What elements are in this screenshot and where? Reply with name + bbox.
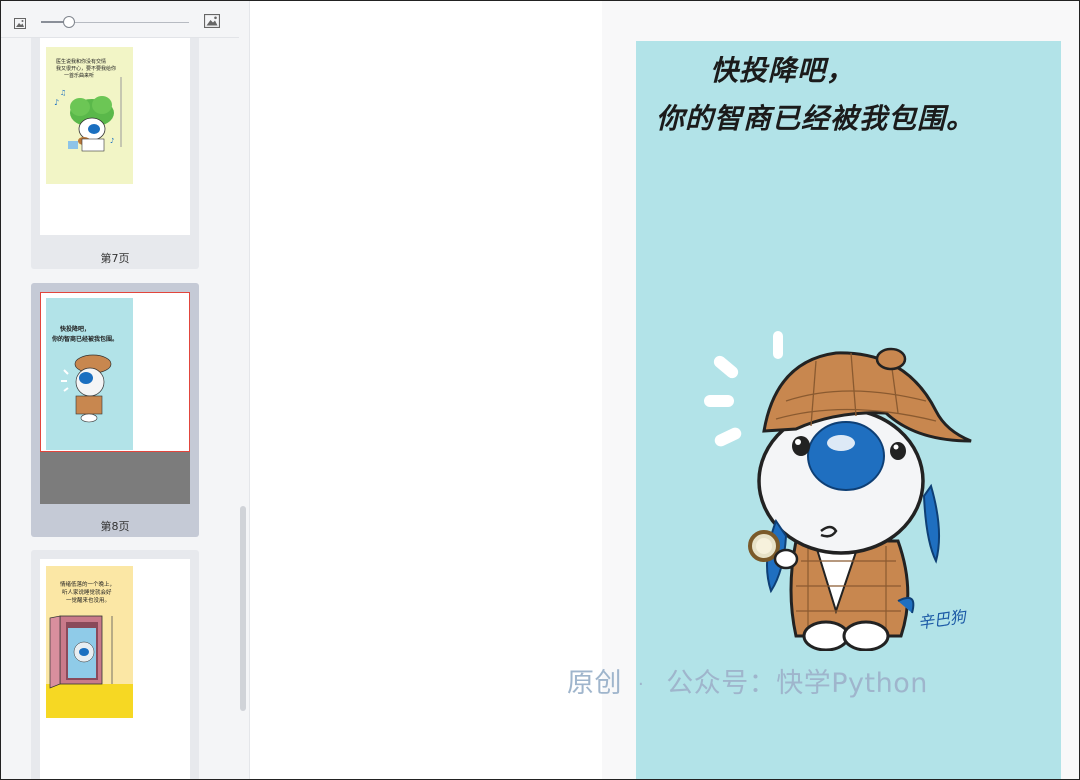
thumbnail-page-9[interactable]: 情绪低落的一个晚上， 听人家说睡觉就会好 一觉醒来也没用。 bbox=[31, 550, 199, 779]
svg-text:医生说我和你没有交情: 医生说我和你没有交情 bbox=[56, 58, 106, 65]
caption-line-2: 你的智商已经被我包围。 bbox=[656, 102, 976, 135]
sidebar-scrollbar[interactable] bbox=[240, 506, 246, 711]
app-window: 医生说我和你没有交情 我又很开心，要不要我给你 一首乐曲来听 ♪ ♫ ♪ 第7页… bbox=[0, 0, 1080, 780]
svg-text:听人家说睡觉就会好: 听人家说睡觉就会好 bbox=[62, 588, 112, 596]
page-gap bbox=[40, 452, 190, 504]
thumbnail-label: 第7页 bbox=[100, 252, 130, 265]
zoom-slider-handle[interactable] bbox=[62, 16, 75, 28]
svg-text:♪: ♪ bbox=[110, 137, 114, 145]
small-image-icon[interactable] bbox=[14, 14, 26, 33]
thumbnail-page-8[interactable]: 快投降吧， 你的智商已经被我包围。 第8页 bbox=[31, 283, 199, 537]
artist-signature: 辛巴狗 bbox=[917, 607, 969, 633]
zoom-bar bbox=[1, 1, 239, 38]
watermark-separator: · bbox=[638, 674, 645, 695]
caption-line-1: 快投降吧， bbox=[710, 54, 856, 87]
svg-text:♪: ♪ bbox=[54, 98, 59, 107]
svg-text:一首乐曲来听: 一首乐曲来听 bbox=[64, 72, 94, 79]
selection-border bbox=[40, 292, 190, 452]
large-image-icon[interactable] bbox=[203, 13, 221, 32]
thumbnail-label: 第8页 bbox=[100, 520, 130, 533]
svg-text:♫: ♫ bbox=[60, 89, 66, 97]
detective-dog-illustration: 辛巴狗 bbox=[704, 331, 972, 651]
svg-text:一觉醒来也没用。: 一觉醒来也没用。 bbox=[66, 596, 110, 604]
thumbnail-sidebar: 医生说我和你没有交情 我又很开心，要不要我给你 一首乐曲来听 ♪ ♫ ♪ 第7页… bbox=[1, 1, 250, 779]
svg-text:情绪低落的一个晚上，: 情绪低落的一个晚上， bbox=[60, 580, 115, 588]
page-caption: 快投降吧， 你的智商已经被我包围。 bbox=[656, 47, 1056, 143]
watermark-original: 原创 bbox=[567, 668, 622, 699]
thumbnail-page-7[interactable]: 医生说我和你没有交情 我又很开心，要不要我给你 一首乐曲来听 ♪ ♫ ♪ 第7页 bbox=[31, 21, 199, 269]
thumbnail-illustration: 情绪低落的一个晚上， 听人家说睡觉就会好 一觉醒来也没用。 bbox=[46, 566, 133, 718]
thumbnail-page: 情绪低落的一个晚上， 听人家说睡觉就会好 一觉醒来也没用。 bbox=[40, 559, 190, 779]
thumbnail-illustration: 医生说我和你没有交情 我又很开心，要不要我给你 一首乐曲来听 ♪ ♫ ♪ bbox=[46, 47, 133, 184]
thumbnail-page: 医生说我和你没有交情 我又很开心，要不要我给你 一首乐曲来听 ♪ ♫ ♪ bbox=[40, 21, 190, 235]
svg-text:我又很开心，要不要我给你: 我又很开心，要不要我给你 bbox=[56, 65, 116, 72]
main-blank-area bbox=[250, 1, 602, 779]
watermark-account: 公众号：快学Python bbox=[666, 668, 928, 699]
watermark: 原创 · 公众号：快学Python bbox=[567, 661, 928, 700]
